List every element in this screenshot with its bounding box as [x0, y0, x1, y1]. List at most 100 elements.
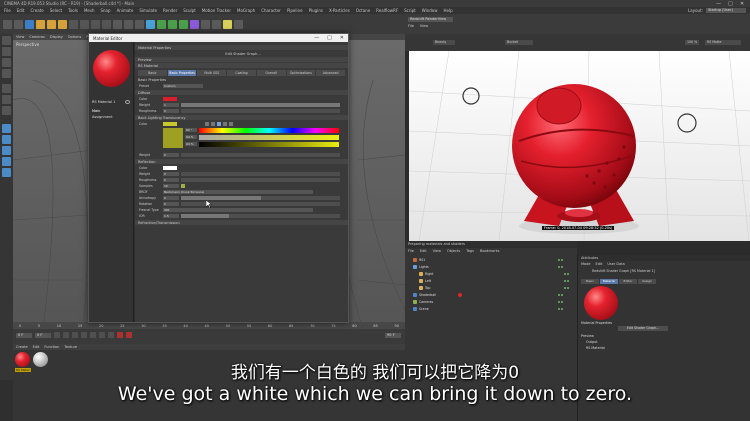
menu-mograph[interactable]: MoGraph: [237, 8, 255, 13]
deformer-icon[interactable]: [190, 19, 199, 29]
enable-axis-icon[interactable]: [2, 124, 11, 133]
reflection-rotation-slider[interactable]: [181, 201, 340, 206]
rotate-icon[interactable]: [58, 19, 67, 29]
saturation-slider[interactable]: [199, 135, 339, 140]
edges-mode-icon[interactable]: [2, 95, 11, 104]
reflection-color-swatch[interactable]: [163, 165, 177, 170]
kelvin-icon[interactable]: [229, 121, 233, 126]
material-menu-icon[interactable]: [125, 100, 130, 104]
end-frame-field[interactable]: 90 F: [385, 332, 401, 338]
rs-matte-dropdown[interactable]: RS Matte: [705, 40, 741, 45]
diffuse-weight-field[interactable]: 1: [163, 102, 179, 107]
tab-overall[interactable]: Overall: [256, 70, 286, 76]
reflection-fresnel-dropdown[interactable]: IOR: [163, 207, 313, 212]
z-axis-icon[interactable]: [91, 19, 100, 29]
saturation-field[interactable]: 94 %: [185, 135, 197, 139]
menu-create[interactable]: Create: [30, 8, 43, 13]
autokey-icon[interactable]: [126, 332, 132, 338]
rgb-icon[interactable]: [223, 121, 227, 126]
diffuse-section[interactable]: Diffuse: [135, 90, 348, 95]
minimize-icon[interactable]: —: [716, 1, 722, 6]
reflection-weight-slider[interactable]: [181, 171, 340, 176]
edit-shader-graph-button[interactable]: Edit Shader Graph...: [135, 51, 348, 56]
viewport-menu-options[interactable]: Options: [68, 35, 82, 39]
attr-edit-shader-graph-button[interactable]: Edit Shader Graph...: [618, 326, 668, 331]
diffuse-roughness-slider[interactable]: [181, 108, 340, 113]
record-icon[interactable]: [117, 332, 123, 338]
hsv-icon[interactable]: [217, 121, 221, 126]
rs-material-row[interactable]: RS Material: [135, 63, 348, 68]
array-icon[interactable]: [179, 19, 188, 29]
menu-select[interactable]: Select: [50, 8, 62, 13]
mm-menu-function[interactable]: Function: [44, 345, 59, 349]
attr-menu-mode[interactable]: Mode: [581, 262, 591, 266]
spectrum-icon[interactable]: [211, 121, 215, 126]
undo-icon[interactable]: [3, 19, 12, 29]
menu-simulate[interactable]: Simulate: [139, 8, 157, 13]
backlighting-weight-slider[interactable]: [181, 152, 340, 157]
tab-basic[interactable]: Basic: [138, 70, 167, 76]
render-preview[interactable]: Frame: 0, 2018-07-04 09:28:52 (0.20s): [409, 51, 750, 241]
hue-slider[interactable]: [199, 128, 339, 133]
hue-field[interactable]: 60 °: [185, 128, 197, 132]
aov-dropdown[interactable]: Beauty: [433, 40, 455, 45]
reflection-anisotropy-field[interactable]: 0: [163, 195, 179, 200]
render-settings-icon[interactable]: [135, 19, 144, 29]
om-menu-edit[interactable]: Edit: [420, 249, 427, 253]
make-editable-icon[interactable]: [2, 36, 11, 45]
value-slider[interactable]: [199, 142, 339, 147]
menu-snap[interactable]: Snap: [100, 8, 110, 13]
samples-lock-icon[interactable]: [181, 183, 185, 188]
go-to-end-icon[interactable]: [108, 332, 114, 338]
live-selection-icon[interactable]: [25, 19, 34, 29]
menu-script[interactable]: Script: [404, 8, 416, 13]
reflection-rotation-field[interactable]: 0: [163, 201, 179, 206]
go-to-start-icon[interactable]: [54, 332, 60, 338]
reflection-roughness-slider[interactable]: [181, 177, 340, 182]
x-axis-icon[interactable]: [69, 19, 78, 29]
mm-menu-create[interactable]: Create: [16, 345, 28, 349]
tab-basic-properties[interactable]: Basic Properties: [167, 70, 197, 76]
reflection-ior-field[interactable]: 1.5: [163, 213, 179, 218]
scale-icon[interactable]: [47, 19, 56, 29]
minimize-icon[interactable]: —: [314, 35, 319, 41]
object-row[interactable]: Top: [419, 285, 569, 291]
close-icon[interactable]: ✕: [740, 1, 746, 6]
tweak-icon[interactable]: [2, 135, 11, 144]
menu-mesh[interactable]: Mesh: [84, 8, 95, 13]
light-icon[interactable]: [223, 19, 232, 29]
attr-rs-material-row[interactable]: RS Material: [586, 346, 605, 350]
menu-sculpt[interactable]: Sculpt: [183, 8, 196, 13]
reflection-roughness-field[interactable]: 0: [163, 177, 179, 182]
play-icon[interactable]: [81, 332, 87, 338]
redo-icon[interactable]: [14, 19, 23, 29]
previous-frame-icon[interactable]: [72, 332, 78, 338]
timeline-ruler[interactable]: 0 5 10 15 20 25 30 35 40 45 50 55 60 65 …: [13, 322, 405, 329]
rv-menu-view[interactable]: View: [420, 24, 428, 28]
attr-tab-editor[interactable]: Editor: [619, 279, 637, 284]
tab-coating[interactable]: Coating: [227, 70, 256, 76]
symmetry-icon[interactable]: [2, 157, 11, 166]
polygons-mode-icon[interactable]: [2, 106, 11, 115]
menu-render[interactable]: Render: [163, 8, 177, 13]
menu-realflow[interactable]: RealflowRF: [376, 8, 398, 13]
camera-icon[interactable]: [212, 19, 221, 29]
color-wheel-icon[interactable]: [205, 121, 209, 126]
object-row[interactable]: Lights: [413, 264, 563, 270]
object-row[interactable]: Scene: [413, 306, 563, 312]
model-mode-icon[interactable]: [2, 47, 11, 56]
zoom-level[interactable]: 100 %: [685, 40, 699, 45]
bucket-dropdown[interactable]: Bucket: [505, 40, 533, 45]
floor-icon[interactable]: [201, 19, 210, 29]
object-row[interactable]: Left: [419, 278, 569, 284]
backlighting-section[interactable]: Back Lighting Translucency: [135, 115, 348, 120]
diffuse-roughness-field[interactable]: 0: [163, 108, 179, 113]
tab-multi-sss[interactable]: Multi SSS: [197, 70, 227, 76]
menu-x-particles[interactable]: X-Particles: [329, 8, 350, 13]
om-menu-bookmarks[interactable]: Bookmarks: [480, 249, 500, 253]
viewport-menu-view[interactable]: View: [16, 35, 24, 39]
reflection-brdf-dropdown[interactable]: Beckmann (Cook-Torrance): [163, 189, 313, 194]
refraction-section[interactable]: Refraction/Transmission: [135, 220, 348, 225]
attr-output-row[interactable]: Output: [586, 340, 597, 344]
move-icon[interactable]: [36, 19, 45, 29]
